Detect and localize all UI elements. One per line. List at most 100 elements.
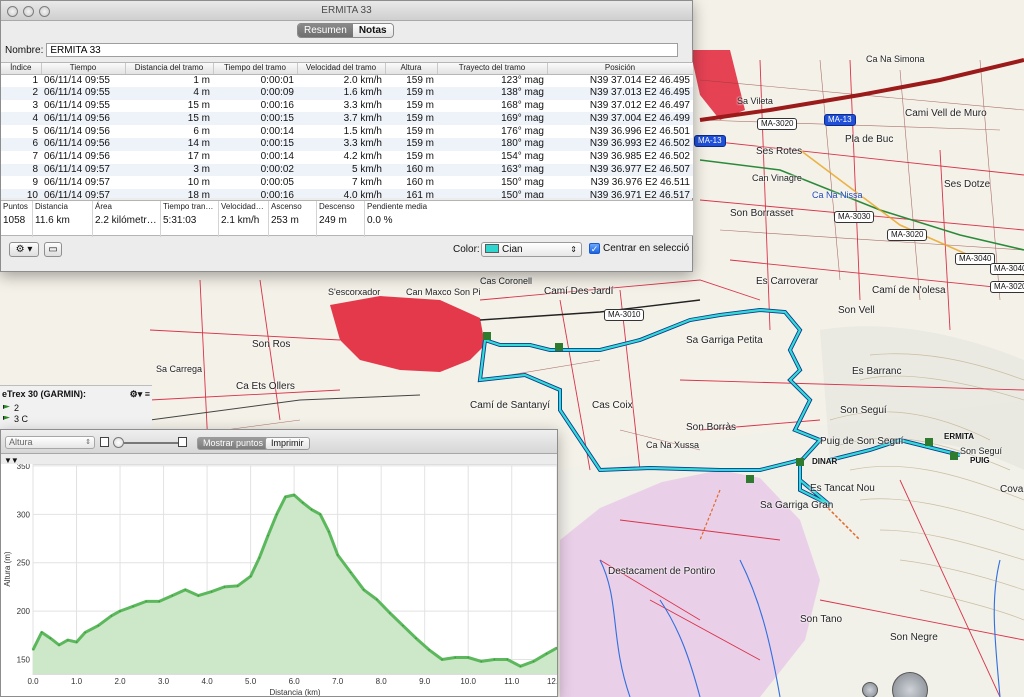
table-cell: 161 m <box>385 189 437 198</box>
table-row[interactable]: 4 06/11/14 09:56 15 m 0:00:15 3.7 km/h 159 m1… <box>1 112 693 126</box>
device-title: eTrex 30 (GARMIN): <box>2 389 87 399</box>
elevation-point <box>97 624 100 627</box>
road-shield: MA-3010 <box>604 309 645 321</box>
name-label: Nombre: <box>5 44 44 56</box>
elevation-point <box>441 658 443 661</box>
map-label: Can Maxco Son Pi <box>406 287 481 297</box>
elevation-chart[interactable]: 150 200 250 300 350 0.0 1.0 2.0 3.0 4.0 5.0 6.0 7.0 8… <box>1 464 557 696</box>
elevation-point <box>319 513 322 516</box>
name-input[interactable] <box>46 43 679 57</box>
road-shield: MA-3040 <box>990 263 1024 275</box>
x-tick-label: 8.0 <box>376 677 388 686</box>
table-cell: 15 m <box>125 99 213 113</box>
device-item[interactable]: 3 C <box>0 414 152 425</box>
compass-control[interactable] <box>862 682 878 697</box>
minimize-button[interactable] <box>23 6 34 17</box>
show-points-button[interactable]: Mostrar puntos <box>197 437 270 450</box>
table-row[interactable]: 2 06/11/14 09:55 4 m 0:00:09 1.6 km/h 159 m 13… <box>1 86 693 100</box>
table-row[interactable]: 1 06/11/14 09:55 1 m 0:00:01 2.0 km/h 159 m 12… <box>1 74 693 87</box>
table-row[interactable]: 5 06/11/14 09:56 6 m 0:00:14 1.5 km/h 159 m 17… <box>1 125 693 138</box>
center-selection-label: Centrar en selecció <box>603 243 690 254</box>
summary-area: Área 2.2 kilómetr… <box>93 201 161 237</box>
table-cell: 4 <box>1 112 41 126</box>
table-cell: 0:00:15 <box>213 137 297 151</box>
table-cell: 06/11/14 09:57 <box>41 189 125 198</box>
table-cell: 3 <box>1 99 41 113</box>
table-cell: 3.3 km/h <box>297 137 385 151</box>
track-summary: Puntos 1058 Distancia 11.6 km Área 2.2 kiló… <box>1 200 693 237</box>
table-cell: 18 m <box>125 189 213 198</box>
table-row[interactable]: 8 06/11/14 09:57 3 m 0:00:02 5 km/h 160 m 163°… <box>1 163 693 177</box>
column-header[interactable]: Distancia del tramo <box>125 63 214 75</box>
chart-icon: ▭ <box>48 244 58 255</box>
table-cell: 8 <box>1 163 41 177</box>
zoom-slider-knob[interactable] <box>113 437 124 448</box>
elevation-point <box>293 494 295 496</box>
close-button[interactable] <box>7 6 18 17</box>
profile-type-select[interactable]: Altura ⇕ <box>5 436 95 449</box>
name-row: Nombre: <box>5 43 679 57</box>
elevation-point <box>376 598 378 601</box>
x-tick-label: 7.0 <box>332 677 344 686</box>
map-label: Camí de N'olesa <box>872 285 946 296</box>
elevation-point <box>454 656 456 659</box>
map-label: Pla de Buc <box>845 134 894 145</box>
column-header[interactable]: Índice <box>1 63 42 75</box>
zoom-slider-track[interactable] <box>124 442 178 444</box>
device-header[interactable]: eTrex 30 (GARMIN): ⚙▾ ≡ <box>0 386 152 403</box>
y-tick-label: 250 <box>17 559 31 568</box>
table-cell: 160 m <box>385 176 437 190</box>
table-cell: 1.6 km/h <box>297 86 385 100</box>
table-cell: 6 <box>1 137 41 151</box>
gear-icon[interactable]: ⚙▾ ≡ <box>130 389 150 400</box>
table-cell: 160 m <box>385 163 437 177</box>
tab-notas[interactable]: Notas <box>352 24 393 37</box>
elevation-point <box>49 637 52 639</box>
column-header[interactable]: Velocidad del tramo <box>297 63 386 75</box>
column-header[interactable]: Posición <box>547 63 693 75</box>
device-panel: eTrex 30 (GARMIN): ⚙▾ ≡ 2 3 C <box>0 385 152 429</box>
table-row[interactable]: 7 06/11/14 09:56 17 m 0:00:14 4.2 km/h 159 m1… <box>1 150 693 164</box>
gear-menu-button[interactable]: ⚙ ▾ <box>9 242 39 257</box>
map-label: Son Tano <box>800 614 843 625</box>
print-button[interactable]: Imprimir <box>265 437 310 450</box>
column-header[interactable]: Tiempo del tramo <box>213 63 298 75</box>
road-shield: MA-3020 <box>990 281 1024 293</box>
chart-button[interactable]: ▭ <box>44 242 62 257</box>
table-row[interactable]: 10 06/11/14 09:57 18 m 0:00:16 4.0 km/h 161 m… <box>1 189 693 198</box>
map-label: Camí Des Jardí <box>544 286 614 297</box>
road-shield: MA-3030 <box>834 211 875 223</box>
table-row[interactable]: 6 06/11/14 09:56 14 m 0:00:15 3.3 km/h 159 m1… <box>1 137 693 151</box>
summary-avg-slope: Pendiente media 0.0 % <box>367 202 428 226</box>
x-tick-label: 3.0 <box>158 677 170 686</box>
table-row[interactable]: 3 06/11/14 09:55 15 m 0:00:16 3.3 km/h 159 m1… <box>1 99 693 113</box>
table-row[interactable]: 9 06/11/14 09:57 10 m 0:00:05 7 km/h 160 m 150… <box>1 176 693 190</box>
table-cell: 176° mag <box>437 125 547 138</box>
y-tick-label: 150 <box>17 655 31 664</box>
device-item[interactable]: 2 <box>0 403 152 414</box>
zoom-out-icon[interactable] <box>100 437 109 447</box>
center-selection-checkbox[interactable]: ✓ Centrar en selecció <box>589 243 689 254</box>
map-label: Es Carroverar <box>756 276 819 287</box>
window-titlebar[interactable]: ERMITA 33 <box>1 1 692 21</box>
summary-points: Puntos 1058 <box>1 201 33 237</box>
column-header[interactable]: Altura <box>385 63 438 75</box>
track-points-table[interactable]: Índice Tiempo Distancia del tramo Tiempo… <box>1 62 693 198</box>
table-cell: 7 km/h <box>297 176 385 190</box>
elevation-point <box>249 575 252 578</box>
color-select[interactable]: Cian ⇕ <box>481 242 582 257</box>
table-cell: 169° mag <box>437 112 547 126</box>
elevation-point <box>362 589 365 591</box>
column-header[interactable]: Tiempo <box>41 63 126 75</box>
column-header[interactable]: Trayecto del tramo <box>437 63 548 75</box>
tab-resumen[interactable]: Resumen <box>298 24 353 37</box>
x-tick-label: 5.0 <box>245 677 257 686</box>
color-label: Color: <box>453 244 480 255</box>
zoom-in-icon[interactable] <box>178 437 187 447</box>
table-cell: 0:00:09 <box>213 86 297 100</box>
checkmark-icon: ✓ <box>589 243 600 254</box>
zoom-button[interactable] <box>39 6 50 17</box>
table-cell: 159 m <box>385 150 437 164</box>
table-cell: N39 37.014 E2 46.495 <box>547 74 693 87</box>
map-label: Cas Coix <box>592 400 633 411</box>
